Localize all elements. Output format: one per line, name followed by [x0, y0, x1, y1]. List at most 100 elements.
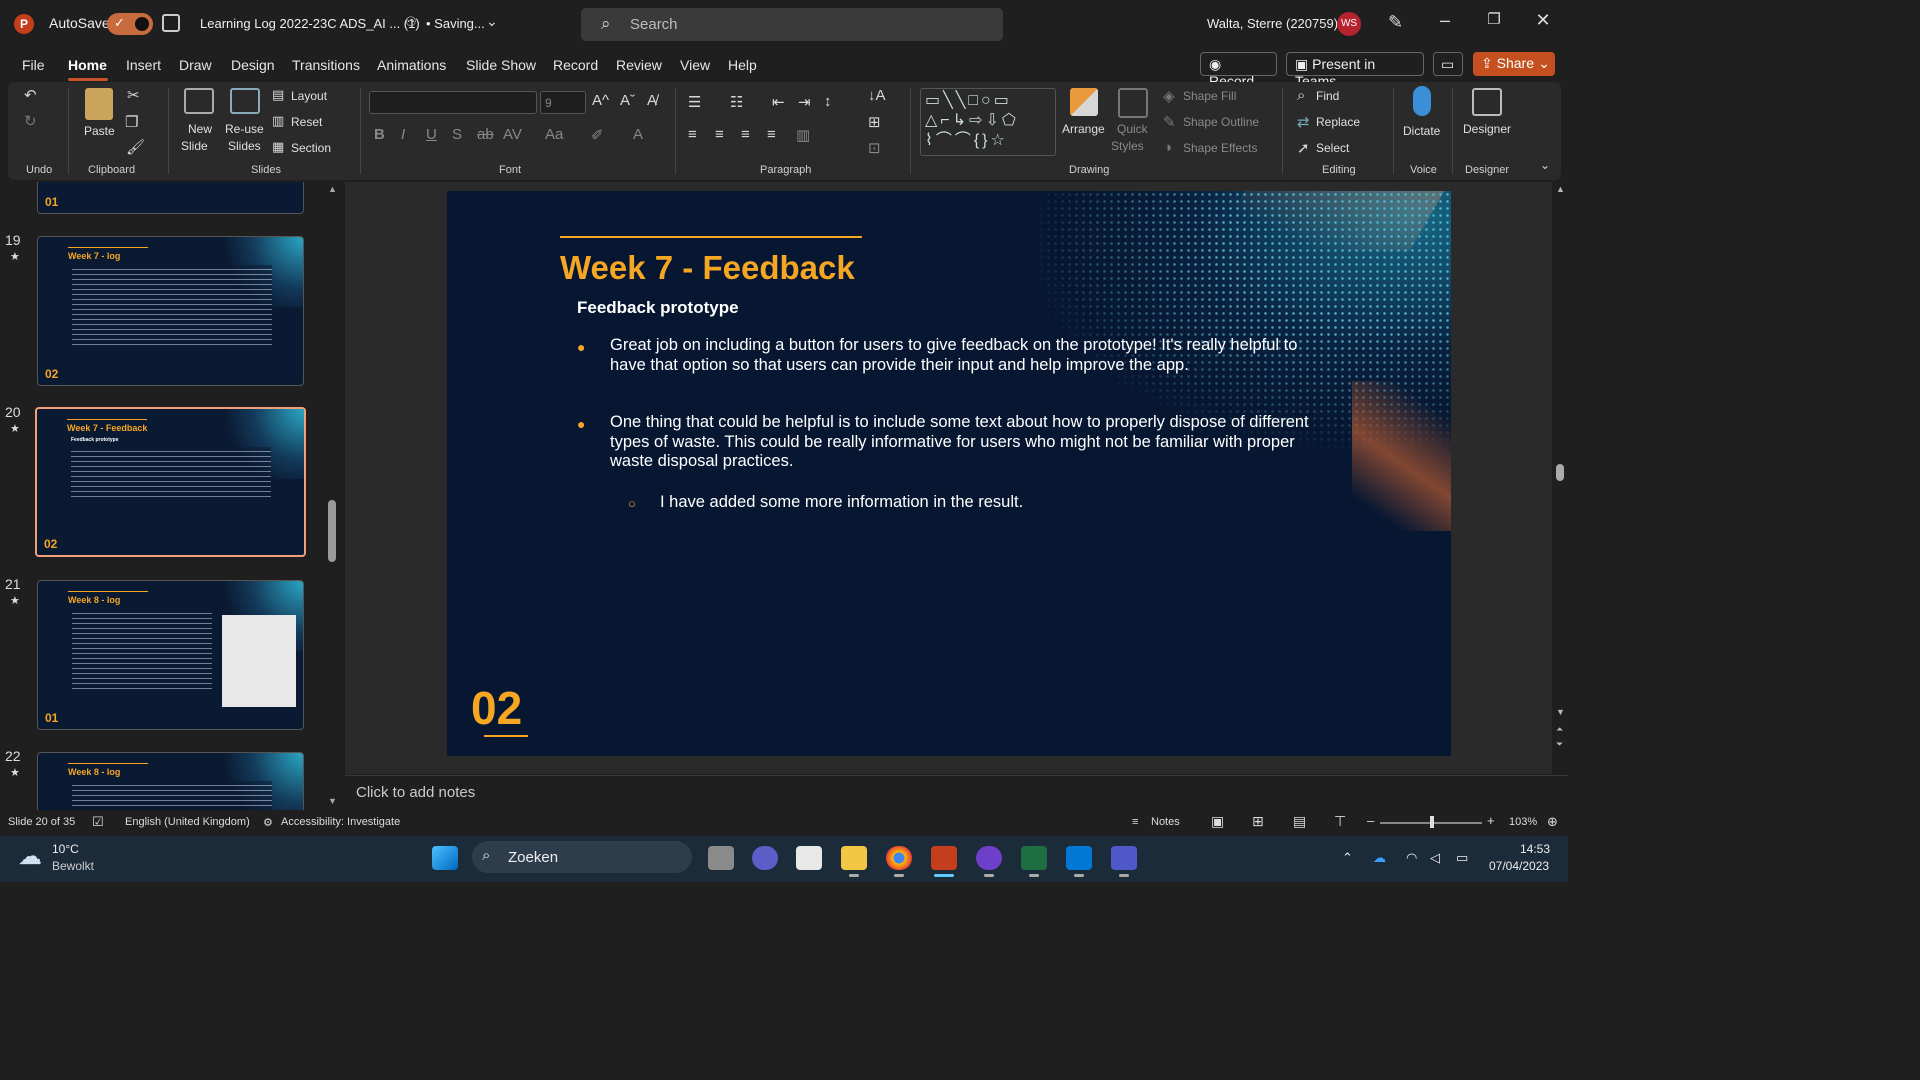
undo-icon[interactable]: ↶ — [24, 86, 37, 104]
file-explorer-icon[interactable] — [841, 846, 867, 870]
thumbnails-scrollbar[interactable]: ▲ ▼ — [328, 182, 338, 810]
new-slide-icon[interactable] — [184, 88, 214, 114]
replace-button[interactable]: Replace — [1316, 115, 1360, 129]
dictate-label[interactable]: Dictate — [1403, 124, 1440, 138]
notes-toggle[interactable]: Notes — [1151, 816, 1180, 828]
minimize-icon[interactable]: – — [1430, 10, 1460, 31]
weather-description[interactable]: Bewolkt — [52, 859, 94, 873]
clock-date[interactable]: 07/04/2023 — [1489, 859, 1549, 873]
reuse-slides-label-2[interactable]: Slides — [228, 139, 261, 153]
microsoft-store-icon[interactable] — [796, 846, 822, 870]
avatar[interactable]: WS — [1337, 12, 1361, 36]
justify-icon[interactable]: ≡ — [767, 126, 776, 143]
paste-icon[interactable] — [85, 88, 113, 120]
columns-icon[interactable]: ▥ — [796, 126, 810, 144]
reuse-slides-label[interactable]: Re-use — [225, 122, 264, 136]
find-button[interactable]: Find — [1316, 89, 1339, 103]
slide-bullet[interactable]: One thing that could be helpful is to in… — [610, 413, 1330, 472]
quick-styles-label[interactable]: Quick — [1117, 122, 1148, 136]
line-spacing-icon[interactable]: ↕ — [824, 93, 832, 110]
slide-thumbnail[interactable]: Week 7 - log 02 — [37, 236, 304, 386]
microphone-icon[interactable] — [1413, 86, 1431, 116]
shape-effects-button[interactable]: Shape Effects — [1183, 141, 1258, 155]
text-direction-icon[interactable]: ↓A — [868, 87, 886, 104]
select-button[interactable]: Select — [1316, 141, 1349, 155]
paste-label[interactable]: Paste — [84, 124, 115, 138]
reset-button[interactable]: Reset — [291, 115, 322, 129]
clock-time[interactable]: 14:53 — [1520, 842, 1550, 856]
menu-view[interactable]: View — [680, 57, 710, 73]
bullets-icon[interactable]: ☰ — [688, 93, 701, 111]
cut-icon[interactable]: ✂ — [127, 86, 140, 104]
bold-icon[interactable]: B — [374, 126, 385, 143]
menu-slide-show[interactable]: Slide Show — [466, 57, 536, 73]
scrollbar-thumb[interactable] — [1556, 464, 1564, 481]
zoom-level[interactable]: 103% — [1509, 816, 1537, 828]
onedrive-icon[interactable]: ☁ — [1373, 850, 1386, 866]
autosave-toggle[interactable]: ✓ — [107, 13, 153, 35]
menu-help[interactable]: Help — [728, 57, 757, 73]
highlight-icon[interactable]: ✐ — [591, 126, 604, 144]
zoom-in-icon[interactable]: + — [1487, 813, 1495, 828]
notes-placeholder[interactable]: Click to add notes — [356, 784, 475, 801]
arrange-icon[interactable] — [1070, 88, 1098, 116]
slide-canvas[interactable]: Week 7 - Feedback Feedback prototype ● G… — [447, 191, 1451, 756]
menu-draw[interactable]: Draw — [179, 57, 212, 73]
chevron-down-icon[interactable]: ⌄ — [1538, 55, 1550, 72]
strikethrough-icon[interactable]: ab — [477, 126, 494, 143]
shapes-gallery[interactable]: ▭╲╲□○▭ △⌐↳⇨⇩⬠ ⌇⌒⌒{}☆ — [920, 88, 1056, 156]
chevron-up-icon[interactable]: ⌃ — [1342, 850, 1353, 866]
vscode-icon[interactable] — [1066, 846, 1092, 870]
align-right-icon[interactable]: ≡ — [741, 126, 750, 143]
shape-fill-button[interactable]: Shape Fill — [1183, 89, 1236, 103]
slide-thumbnail[interactable]: 01 — [37, 182, 304, 214]
change-case-icon[interactable]: Aa — [545, 126, 563, 143]
menu-animations[interactable]: Animations — [377, 57, 446, 73]
shape-outline-button[interactable]: Shape Outline — [1183, 115, 1259, 129]
font-color-icon[interactable]: A — [633, 126, 643, 143]
decrease-indent-icon[interactable]: ⇤ — [772, 93, 785, 111]
pen-icon[interactable]: ✎ — [1388, 12, 1403, 33]
fit-to-window-icon[interactable]: ⊕ — [1547, 814, 1558, 830]
slide-subtitle[interactable]: Feedback prototype — [577, 298, 739, 318]
share-button[interactable]: ⇪ Share ⌄ — [1473, 52, 1555, 76]
slide-bullet[interactable]: Great job on including a button for user… — [610, 336, 1330, 375]
present-in-teams-button[interactable]: ▣ Present in Teams — [1286, 52, 1424, 89]
increase-font-icon[interactable]: A^ — [592, 92, 609, 109]
clear-formatting-icon[interactable]: A̸ — [647, 92, 657, 109]
slideshow-icon[interactable]: ⊤ — [1334, 813, 1346, 830]
copy-icon[interactable]: ❐ — [125, 113, 138, 131]
format-painter-icon[interactable]: 🖌 — [126, 138, 145, 156]
menu-design[interactable]: Design — [231, 57, 275, 73]
powerpoint-icon[interactable] — [931, 846, 957, 870]
user-name[interactable]: Walta, Sterre (220759) — [1207, 16, 1338, 31]
character-spacing-icon[interactable]: AV — [503, 126, 522, 143]
spelling-check-icon[interactable]: ☑ — [92, 814, 104, 830]
new-slide-label[interactable]: New — [188, 122, 212, 136]
increase-indent-icon[interactable]: ⇥ — [798, 93, 811, 111]
github-desktop-icon[interactable] — [976, 846, 1002, 870]
slide-sorter-icon[interactable]: ⊞ — [1252, 813, 1264, 830]
quick-styles-icon[interactable] — [1118, 88, 1148, 118]
menu-record[interactable]: Record — [553, 57, 598, 73]
task-view-icon[interactable] — [708, 846, 734, 870]
slide-title[interactable]: Week 7 - Feedback — [560, 249, 855, 287]
menu-file[interactable]: File — [22, 57, 45, 73]
search-box[interactable]: ⌕ Search — [581, 8, 1003, 41]
scroll-down-icon[interactable]: ▼ — [328, 796, 337, 806]
close-icon[interactable]: ✕ — [1528, 10, 1558, 31]
decrease-font-icon[interactable]: Aˇ — [620, 92, 635, 109]
weather-temperature[interactable]: 10°C — [52, 842, 79, 856]
layout-button[interactable]: Layout — [291, 89, 327, 103]
menu-home[interactable]: Home — [68, 57, 107, 73]
record-button[interactable]: ◉ Record — [1200, 52, 1277, 89]
document-title[interactable]: Learning Log 2022-23C ADS_AI ... (1) — [200, 16, 420, 31]
smartart-icon[interactable]: ⊡ — [868, 139, 881, 157]
reuse-slides-icon[interactable] — [230, 88, 260, 114]
scrollbar-thumb[interactable] — [328, 500, 336, 562]
scroll-up-icon[interactable]: ▲ — [328, 184, 337, 194]
next-slide-icon[interactable]: ⏷ — [1556, 739, 1563, 750]
zoom-slider-thumb[interactable] — [1430, 816, 1434, 828]
menu-transitions[interactable]: Transitions — [292, 57, 360, 73]
align-text-icon[interactable]: ⊞ — [868, 113, 881, 131]
